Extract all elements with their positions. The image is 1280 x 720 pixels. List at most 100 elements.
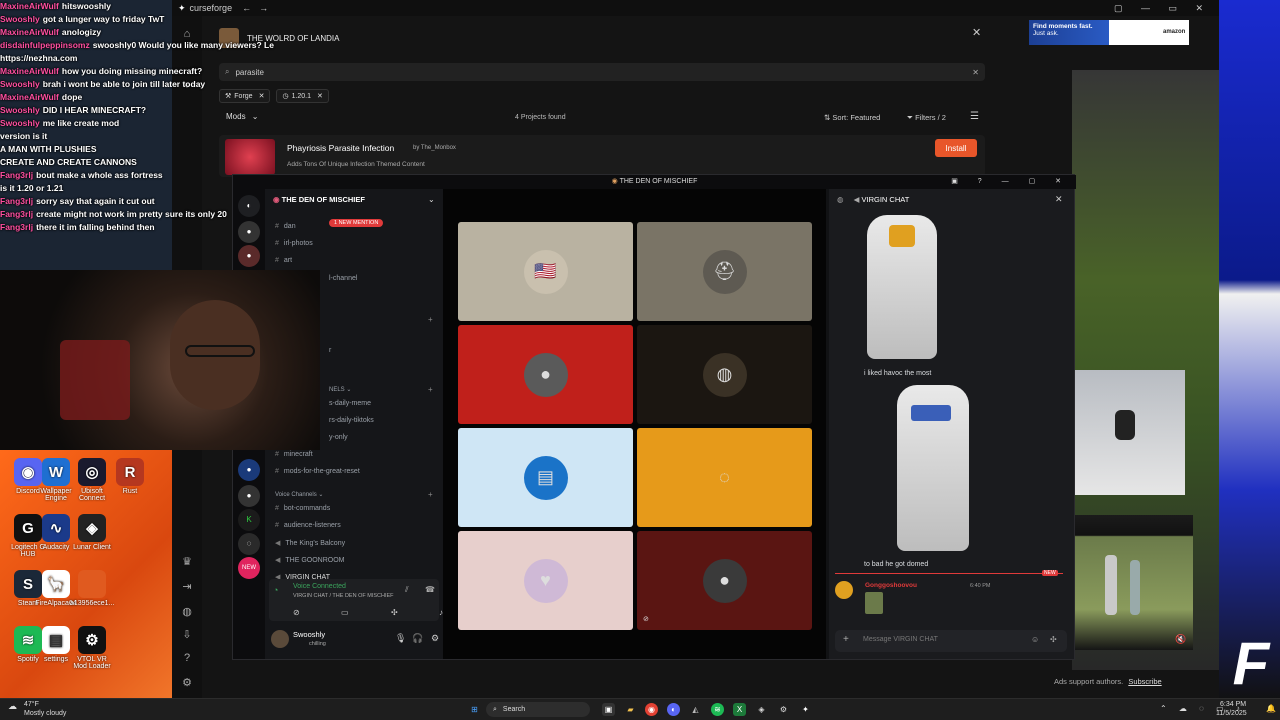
crown-icon[interactable]: ♛ [179,554,195,570]
mute-icon[interactable]: 🔇 [1175,634,1186,645]
close-icon[interactable]: ✕ [972,26,981,39]
participant-tile[interactable]: ◌ [637,428,812,527]
voice-status[interactable]: Voice Connected [293,583,346,590]
channel-item[interactable]: # bot-commands [275,505,330,512]
voice-channel-item[interactable]: ◀ THE GOONROOM [275,556,345,564]
weather-temp[interactable]: 47°F [24,701,39,708]
camera-off-icon[interactable]: ⊘ [293,608,300,617]
file-explorer-icon[interactable]: ▰ [624,703,637,716]
add-channel-icon[interactable]: + [428,385,433,394]
headphones-icon[interactable]: 🎧 [412,633,423,644]
voice-location[interactable]: VIRGIN CHAT / THE DEN OF MISCHIEF [293,593,394,599]
disconnect-icon[interactable]: ☎ [425,585,435,594]
subscribe-link[interactable]: Subscribe [1128,677,1161,686]
message-author[interactable]: Gonggoshoovou [865,582,917,589]
ads-support-text: Ads support authors. Subscribe [1054,677,1162,686]
close-icon[interactable]: ✕ [1055,194,1063,205]
channel-item[interactable]: rs-daily-tiktoks [329,417,374,424]
help-icon[interactable]: ? [179,650,195,666]
apps-icon[interactable]: ✣ [1050,635,1057,644]
discord-icon[interactable]: ◐ [667,703,680,716]
window-title: THE DEN OF MISCHIEF [619,178,698,185]
microphone-icon[interactable]: 🎙 [395,633,406,644]
clone-trooper-image[interactable] [867,215,937,359]
globe-icon[interactable]: ◍ [179,604,195,620]
window-controls[interactable]: ▢ — ▭ ✕ [1114,3,1211,14]
voice-category-header[interactable]: Voice Channels ⌄ [275,491,323,498]
voice-channel-item[interactable]: ◀ The King's Balcony [275,539,345,547]
list-view-icon[interactable]: ☰ [970,111,979,122]
category-name: Voice Channels [275,492,317,498]
sort-label: Sort: Featured [832,113,881,122]
clock-date[interactable]: 11/5/2025 [1216,710,1247,717]
channel-item[interactable]: s-daily-meme [329,400,371,407]
add-attachment-icon[interactable]: + [843,634,849,645]
sort-dropdown[interactable]: ⇅ Sort: Featured [824,113,880,122]
project-author[interactable]: by The_Monbox [413,145,456,151]
avatar[interactable] [835,581,853,599]
task-view-icon[interactable]: ▣ [602,703,615,716]
weather-desc[interactable]: Mostly cloudy [24,710,66,717]
search-input[interactable]: ⌕ parasite ✕ [219,63,985,81]
category-header[interactable]: NELS ⌄ [329,386,351,393]
project-card[interactable]: Phayriosis Parasite Infection by The_Mon… [219,135,985,177]
channel-item[interactable]: l-channel [329,275,357,282]
chrome-icon[interactable]: ◉ [645,703,658,716]
gear-icon[interactable]: ⚙ [777,703,790,716]
channel-item[interactable]: r [329,347,331,354]
clear-search-icon[interactable]: ✕ [972,68,979,77]
participant-tile[interactable]: ● [458,325,633,424]
participant-tile[interactable]: 🇺🇸 [458,222,633,321]
chat-username: disdainfulpeppinsomz [0,40,90,50]
clock-time[interactable]: 6:34 PM [1220,701,1246,708]
server-icon[interactable]: ◌ [238,533,260,555]
excel-icon[interactable]: X [733,703,746,716]
channel-item[interactable]: # audience-listeners [275,522,341,529]
ad-banner[interactable]: Find moments fast. Just ask. amazon [1029,20,1189,45]
noise-suppression-icon[interactable]: ⫽ [405,585,409,595]
screen-share-icon[interactable]: ▭ [341,608,349,617]
taskbar-search[interactable]: ⌕ Search [486,702,590,717]
desktop-shortcut[interactable]: ◈ Lunar Client [70,514,114,551]
channel-item[interactable]: # minecraft [275,451,313,458]
emoji-icon[interactable]: ☺ [1031,635,1039,644]
notification-icon[interactable]: 🔔 [1266,704,1276,713]
participant-tile[interactable]: ▤ [458,428,633,527]
app-icon[interactable]: ◈ [755,703,768,716]
participant-tile[interactable]: ● ⊘ [637,531,812,630]
channel-item[interactable]: y-only [329,434,348,441]
participant-tile[interactable]: ◍ [637,325,812,424]
login-icon[interactable]: ⇥ [179,579,195,595]
add-channel-icon[interactable]: + [428,315,433,324]
settings-icon[interactable]: ⚙ [179,675,195,691]
message-attachment[interactable] [865,592,883,614]
curseforge-taskbar-icon[interactable]: ✦ [799,703,812,716]
avatar[interactable] [271,630,289,648]
kick-icon[interactable]: K [238,509,260,531]
message-input[interactable]: + Message VIRGIN CHAT ☺ ✣ [835,630,1067,652]
participant-tile[interactable]: ♥ [458,531,633,630]
glasses-outline [185,345,255,357]
settings-gear-icon[interactable]: ⚙ [431,633,439,644]
windows-start-icon[interactable]: ⊞ [468,703,481,716]
desktop-shortcut[interactable]: a13956ece1... [70,570,114,607]
chevron-down-icon[interactable]: ⌄ [428,195,435,204]
channel-item[interactable]: # mods-for-the-great-reset [275,468,360,475]
participant-tile[interactable]: ⛑ [637,222,812,321]
window-controls[interactable]: ▣ ? — ▢ ✕ [951,175,1070,189]
clone-trooper-image[interactable] [897,385,969,551]
filters-button[interactable]: ⏷ Filters / 2 [907,113,946,123]
activities-icon[interactable]: ✣ [391,608,398,617]
obs-icon[interactable]: ◭ [689,703,702,716]
server-icon[interactable]: ● [238,485,260,507]
install-button[interactable]: Install [935,139,977,157]
desktop-shortcut[interactable]: R Rust [108,458,152,495]
download-icon[interactable]: ⇩ [179,627,195,643]
desktop-shortcut[interactable]: ⚙ VTOL VR Mod Loader [70,626,114,670]
new-badge[interactable]: NEW [238,557,260,579]
server-icon[interactable]: ● [238,459,260,481]
new-mention-badge[interactable]: 1 NEW MENTION [329,219,384,227]
add-channel-icon[interactable]: + [428,490,433,499]
username[interactable]: Swooshly [293,630,325,639]
spotify-icon[interactable]: ≋ [711,703,724,716]
